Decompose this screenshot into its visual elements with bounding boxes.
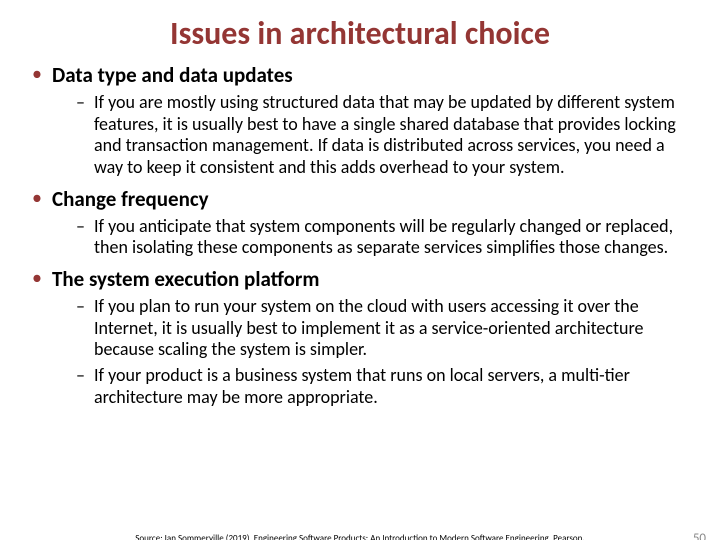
bullet-item: Change frequency If you anticipate that … (26, 187, 694, 259)
sub-item: If your product is a business system tha… (76, 365, 694, 408)
sub-item: If you anticipate that system components… (76, 216, 694, 259)
sub-list: If you anticipate that system components… (52, 216, 694, 259)
bullet-heading: Data type and data updates (52, 63, 694, 88)
sub-item: If you are mostly using structured data … (76, 92, 694, 178)
bullet-list: Data type and data updates If you are mo… (26, 63, 694, 408)
bullet-item: The system execution platform If you pla… (26, 267, 694, 408)
bullet-item: Data type and data updates If you are mo… (26, 63, 694, 179)
bullet-heading: The system execution platform (52, 267, 694, 292)
sub-item: If you plan to run your system on the cl… (76, 296, 694, 361)
slide: Issues in architectural choice Data type… (0, 14, 720, 540)
slide-title: Issues in architectural choice (0, 14, 720, 53)
sub-list: If you plan to run your system on the cl… (52, 296, 694, 408)
bullet-heading: Change frequency (52, 187, 694, 212)
source-citation: Source: Ian Sommerville (2019), Engineer… (0, 533, 720, 540)
sub-list: If you are mostly using structured data … (52, 92, 694, 178)
page-number: 50 (693, 531, 706, 540)
